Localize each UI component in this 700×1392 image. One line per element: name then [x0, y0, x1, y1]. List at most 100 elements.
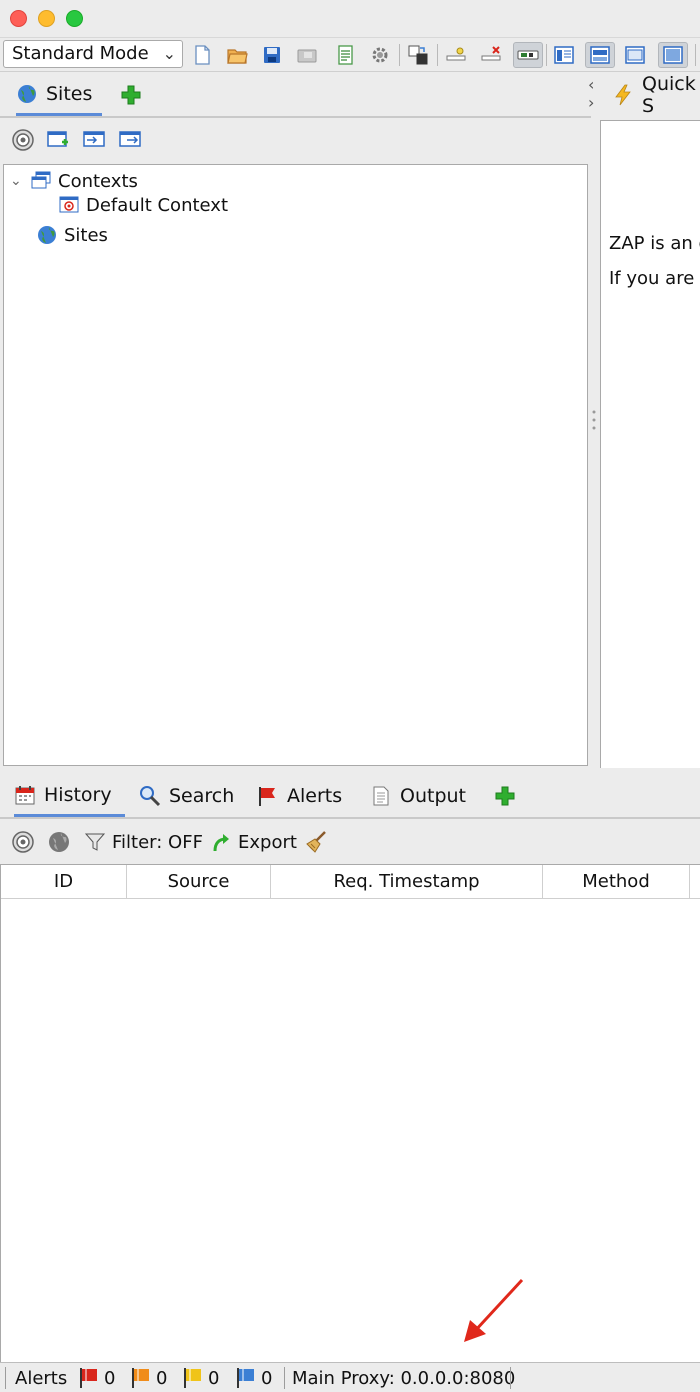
tab-search[interactable]: Search	[139, 775, 234, 817]
low-alerts-count[interactable]: 0	[182, 1366, 219, 1390]
minimize-window-button[interactable]	[38, 10, 55, 27]
open-session-icon[interactable]	[224, 42, 250, 68]
tab-sites-label: Sites	[46, 82, 93, 105]
add-tab-button[interactable]	[494, 775, 516, 817]
tab-output[interactable]: Output	[370, 775, 466, 817]
tree-node-default-context[interactable]: Default Context	[58, 193, 228, 217]
plus-icon	[494, 785, 516, 807]
new-session-icon[interactable]	[189, 42, 215, 68]
search-icon	[139, 785, 161, 807]
filter-label: Filter: OFF	[112, 831, 203, 853]
export-context-icon[interactable]	[118, 128, 144, 154]
close-window-button[interactable]	[10, 10, 27, 27]
tab-history[interactable]: History	[14, 775, 125, 817]
tree-node-contexts[interactable]: ⌄ Contexts	[10, 169, 138, 193]
quick-start-tabbar: Quick S	[604, 73, 700, 118]
target-icon[interactable]	[11, 830, 35, 854]
split-pane-divider[interactable]	[591, 408, 597, 432]
high-alerts-count[interactable]: 0	[78, 1366, 115, 1390]
add-tab-button[interactable]	[120, 74, 142, 116]
sites-tree[interactable]: ⌄ Contexts Default Context Sites	[3, 164, 588, 766]
window-titlebar	[0, 0, 700, 38]
quick-start-content: ZAP is an e If you are n	[600, 120, 700, 768]
quick-start-intro-text: ZAP is an e	[609, 233, 700, 254]
manual-request-icon[interactable]	[513, 42, 543, 68]
bottom-tabbar: History Search Alerts Output	[0, 773, 700, 819]
mode-select-label: Standard Mode	[12, 43, 149, 64]
tree-node-sites[interactable]: Sites	[36, 223, 108, 247]
chevron-down-icon[interactable]: ⌄	[10, 173, 24, 189]
info-flag-icon	[235, 1367, 257, 1389]
chevron-left-icon[interactable]: ‹	[588, 76, 602, 94]
main-proxy-status: Main Proxy: 0.0.0.0:8080	[292, 1367, 516, 1389]
flag-icon	[257, 785, 279, 807]
low-alerts-count-value: 0	[208, 1367, 220, 1389]
quick-start-help-text: If you are n	[609, 268, 700, 289]
tab-quick-start-label: Quick S	[642, 73, 696, 117]
options-icon[interactable]	[367, 42, 393, 68]
session-properties-icon[interactable]	[332, 42, 358, 68]
history-table[interactable]: ID Source Req. Timestamp Method	[0, 864, 700, 1362]
globe-filter-icon[interactable]	[47, 830, 71, 854]
mode-select[interactable]: Standard Mode ⌄	[3, 40, 183, 68]
zoom-window-button[interactable]	[66, 10, 83, 27]
sites-tabbar: Sites	[0, 74, 591, 118]
filter-button[interactable]: Filter: OFF	[84, 830, 203, 854]
import-context-icon[interactable]	[82, 128, 108, 154]
document-icon	[370, 785, 392, 807]
tree-node-default-context-label: Default Context	[86, 194, 229, 216]
tab-alerts-label: Alerts	[287, 785, 343, 807]
column-header-id[interactable]: ID	[1, 865, 127, 899]
breakpoint-icon[interactable]	[443, 42, 469, 68]
info-alerts-count-value: 0	[261, 1367, 273, 1389]
history-toolbar: Filter: OFF Export	[0, 821, 700, 863]
export-button[interactable]: Export	[210, 830, 297, 854]
layout-full-icon[interactable]	[551, 42, 577, 68]
tab-search-label: Search	[169, 785, 235, 807]
snapshot-icon[interactable]	[294, 42, 320, 68]
tab-scroll-arrows[interactable]: ‹ ›	[588, 76, 602, 116]
calendar-icon	[14, 784, 36, 806]
tab-quick-start[interactable]: Quick S	[612, 73, 700, 117]
alerts-status-label: Alerts	[15, 1367, 68, 1389]
low-flag-icon	[182, 1367, 204, 1389]
medium-alerts-count[interactable]: 0	[130, 1366, 167, 1390]
funnel-icon	[84, 831, 106, 853]
medium-flag-icon	[130, 1367, 152, 1389]
tree-node-sites-label: Sites	[64, 224, 108, 246]
status-bar: Alerts 0 0 0 0 Main Proxy: 0.0.0.0:8080	[0, 1362, 700, 1392]
globe-icon	[16, 83, 38, 105]
remove-breakpoint-icon[interactable]	[478, 42, 504, 68]
save-session-icon[interactable]	[259, 42, 285, 68]
export-arrow-icon	[210, 831, 232, 853]
column-header-overflow	[690, 865, 700, 899]
new-context-icon[interactable]	[46, 128, 72, 154]
annotation-arrow-icon	[464, 1278, 524, 1342]
sites-toolbar	[0, 120, 591, 160]
chevron-right-icon[interactable]: ›	[588, 94, 602, 112]
export-label: Export	[238, 831, 297, 853]
main-toolbar: Standard Mode ⌄	[0, 38, 700, 72]
layout-tabs-icon[interactable]	[585, 42, 615, 68]
chevron-down-icon: ⌄	[162, 44, 176, 63]
column-header-source[interactable]: Source	[127, 865, 271, 899]
column-header-method[interactable]: Method	[543, 865, 690, 899]
tree-node-contexts-label: Contexts	[58, 170, 138, 192]
column-header-req-timestamp[interactable]: Req. Timestamp	[271, 865, 543, 899]
plus-icon	[120, 84, 142, 106]
info-alerts-count[interactable]: 0	[235, 1366, 272, 1390]
tab-history-label: History	[44, 783, 112, 806]
contexts-icon	[30, 170, 52, 192]
high-flag-icon	[78, 1367, 100, 1389]
layout-icon[interactable]	[405, 42, 431, 68]
layout-maximize-icon[interactable]	[658, 42, 688, 68]
layout-side-icon[interactable]	[622, 42, 648, 68]
clear-history-button[interactable]	[305, 830, 329, 854]
target-icon[interactable]	[11, 128, 37, 154]
globe-icon	[36, 224, 58, 246]
medium-alerts-count-value: 0	[156, 1367, 168, 1389]
broom-icon	[305, 830, 329, 854]
tab-alerts[interactable]: Alerts	[257, 775, 342, 817]
lightning-icon	[612, 84, 634, 106]
tab-sites[interactable]: Sites	[16, 74, 102, 116]
